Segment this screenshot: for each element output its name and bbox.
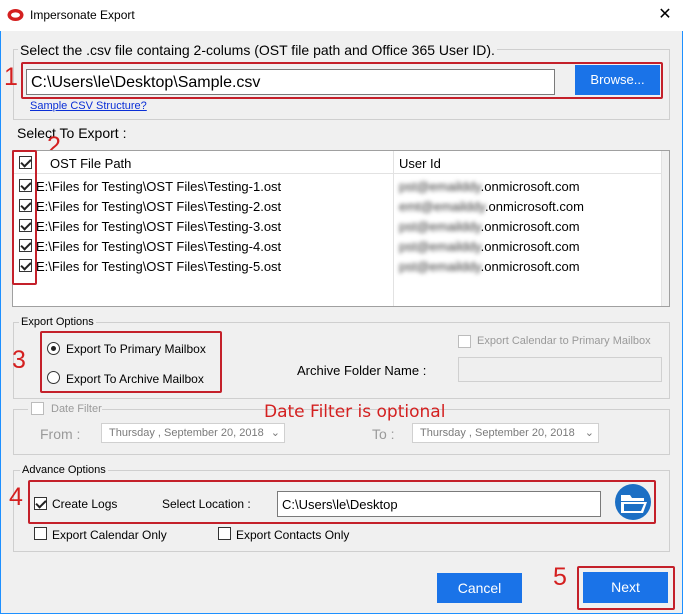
advance-options-title: Advance Options [20,464,108,476]
cancel-button[interactable]: Cancel [437,573,522,603]
export-archive-radio[interactable] [47,371,60,384]
date-filter-title: Date Filter [28,402,102,416]
table-row[interactable]: E:\Files for Testing\OST Files\Testing-4… [13,236,661,256]
user-domain-suffix: .onmicrosoft.com [480,179,580,194]
redacted-user-prefix: pst@emailddy [399,179,481,194]
calendar-primary-label: Export Calendar to Primary Mailbox [477,335,651,347]
annotation-number-5: 5 [553,563,567,591]
calendar-primary-checkbox[interactable] [458,335,471,348]
annotation-number-3: 3 [12,346,26,374]
redacted-user-prefix: pst@emailddy [399,219,481,234]
log-location-input[interactable]: C:\Users\le\Desktop [277,491,601,517]
chevron-down-icon: ⌄ [270,427,280,439]
date-filter-checkbox[interactable] [31,402,44,415]
csv-path-input[interactable]: C:\Users\le\Desktop\Sample.csv [26,69,555,95]
select-location-label: Select Location : [162,497,251,511]
browse-button[interactable]: Browse... [575,65,660,95]
create-logs-label[interactable]: Create Logs [52,497,117,511]
column-header-ost-path[interactable]: OST File Path [50,156,131,171]
annotation-number-1: 1 [4,63,18,91]
export-table: OST File Path User Id E:\Files for Testi… [12,150,670,307]
title-bar: Impersonate Export ✕ [0,0,683,31]
redacted-user-prefix: pst@emailddy [399,259,481,274]
table-scrollbar[interactable] [661,151,669,306]
user-domain-suffix: .onmicrosoft.com [480,239,580,254]
row-user-id: pst@emailddy.onmicrosoft.com [399,179,580,194]
folder-open-icon[interactable] [613,483,653,521]
close-button[interactable]: ✕ [650,2,680,28]
column-header-user-id[interactable]: User Id [399,156,441,171]
export-contacts-only-label[interactable]: Export Contacts Only [236,528,349,542]
table-row[interactable]: E:\Files for Testing\OST Files\Testing-5… [13,256,661,276]
create-logs-checkbox[interactable] [34,497,47,510]
row-ost-path: E:\Files for Testing\OST Files\Testing-4… [36,239,282,254]
row-user-id: emt@emailddy.onmicrosoft.com [399,199,584,214]
export-primary-radio[interactable] [47,342,60,355]
export-calendar-only-label[interactable]: Export Calendar Only [52,528,167,542]
user-domain-suffix: .onmicrosoft.com [480,259,580,274]
export-archive-label[interactable]: Export To Archive Mailbox [66,372,204,386]
table-row[interactable]: E:\Files for Testing\OST Files\Testing-3… [13,216,661,236]
to-label: To : [372,426,395,442]
table-row[interactable]: E:\Files for Testing\OST Files\Testing-2… [13,196,661,216]
next-button[interactable]: Next [583,572,668,603]
sample-csv-link[interactable]: Sample CSV Structure? [30,100,147,112]
from-label: From : [40,426,81,442]
csv-instruction: Select the .csv file containg 2-colums (… [18,42,497,58]
date-filter-note: Date Filter is optional [264,402,446,422]
archive-folder-input[interactable] [458,357,662,382]
user-domain-suffix: .onmicrosoft.com [484,199,584,214]
export-options-title: Export Options [19,316,96,328]
select-export-label: Select To Export : [17,125,127,141]
window-title: Impersonate Export [30,8,135,22]
user-domain-suffix: .onmicrosoft.com [480,219,580,234]
annotation-number-4: 4 [9,483,23,511]
app-logo-icon [7,9,24,21]
chevron-down-icon: ⌄ [584,427,594,439]
row-user-id: pst@emailddy.onmicrosoft.com [399,239,580,254]
row-ost-path: E:\Files for Testing\OST Files\Testing-3… [36,219,282,234]
from-date-value: Thursday , September 20, 2018 [109,427,264,439]
annotation-box-2 [12,150,37,285]
row-ost-path: E:\Files for Testing\OST Files\Testing-1… [36,179,282,194]
table-row[interactable]: E:\Files for Testing\OST Files\Testing-1… [13,176,661,196]
export-contacts-only-checkbox[interactable] [218,527,231,540]
to-date-picker[interactable]: Thursday , September 20, 2018 ⌄ [412,423,599,443]
row-ost-path: E:\Files for Testing\OST Files\Testing-5… [36,259,282,274]
redacted-user-prefix: emt@emailddy [399,199,485,214]
to-date-value: Thursday , September 20, 2018 [420,427,575,439]
export-primary-label[interactable]: Export To Primary Mailbox [66,342,206,356]
export-calendar-only-checkbox[interactable] [34,527,47,540]
row-user-id: pst@emailddy.onmicrosoft.com [399,259,580,274]
row-ost-path: E:\Files for Testing\OST Files\Testing-2… [36,199,282,214]
archive-folder-label: Archive Folder Name : [297,363,427,378]
redacted-user-prefix: pst@emailddy [399,239,481,254]
row-user-id: pst@emailddy.onmicrosoft.com [399,219,580,234]
from-date-picker[interactable]: Thursday , September 20, 2018 ⌄ [101,423,285,443]
date-filter-label: Date Filter [51,403,102,415]
